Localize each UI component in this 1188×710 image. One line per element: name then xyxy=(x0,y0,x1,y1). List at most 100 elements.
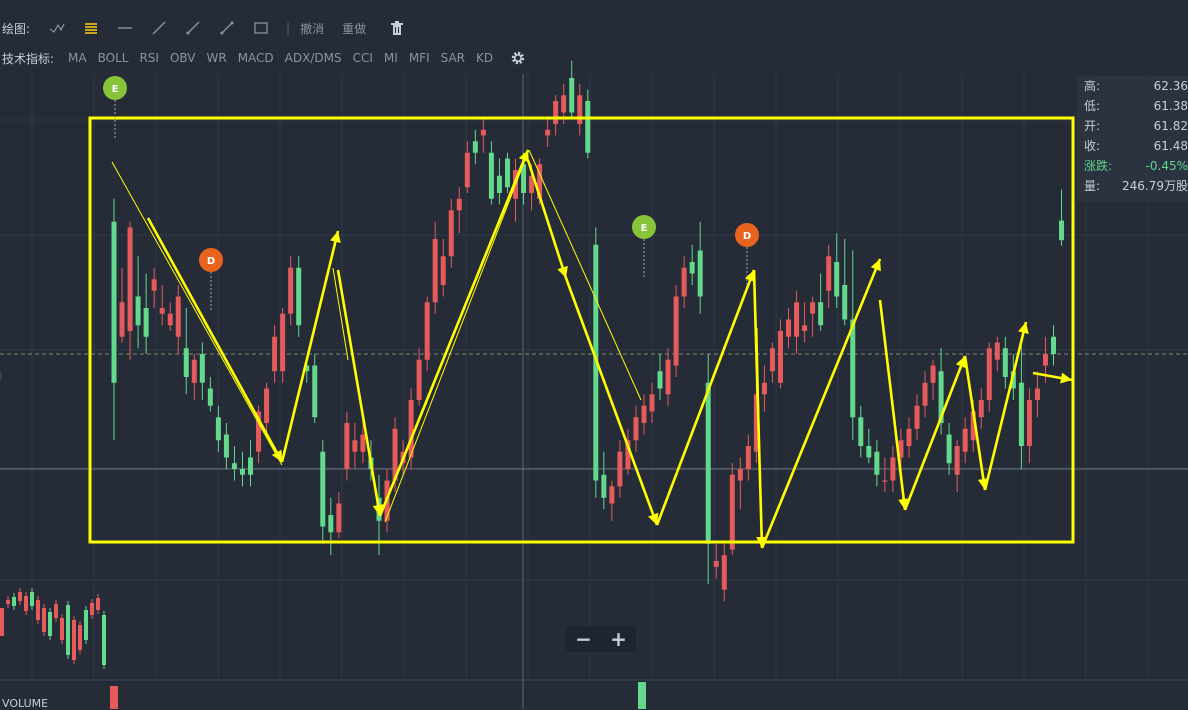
info-high-value: 62.36 xyxy=(1153,79,1188,93)
zoom-in-button[interactable]: + xyxy=(601,626,636,652)
arrowhead xyxy=(330,231,341,243)
candle-body xyxy=(874,451,880,475)
candle-body xyxy=(360,434,366,452)
arrowhead xyxy=(1018,322,1029,334)
candle-body xyxy=(504,158,510,188)
candle-body xyxy=(826,256,832,291)
candle-body xyxy=(135,296,141,326)
candle-body xyxy=(1051,336,1057,354)
candle-body xyxy=(207,388,213,406)
scroll-handle xyxy=(0,370,2,382)
candle-body xyxy=(296,267,302,326)
candle-body xyxy=(1034,388,1040,400)
candle-body xyxy=(1059,220,1065,241)
candle-body xyxy=(215,417,221,441)
info-open-row: 开: 61.82 xyxy=(1077,116,1188,136)
candle-body xyxy=(906,428,912,446)
candlestick-chart[interactable]: E D E D xyxy=(0,0,1188,709)
zigzag-arrow-line xyxy=(655,269,756,526)
candle-body xyxy=(143,308,149,337)
info-open-value: 61.82 xyxy=(1153,119,1188,133)
candle-body xyxy=(673,296,679,366)
candle-body xyxy=(866,446,872,458)
candle-body xyxy=(577,95,583,124)
candle-body xyxy=(609,486,615,504)
candle-body xyxy=(930,365,936,383)
candle-body xyxy=(737,469,743,481)
candle-body xyxy=(223,434,229,458)
event-marker-label: D xyxy=(207,256,215,267)
candle-body xyxy=(127,227,133,331)
candle-body xyxy=(834,262,840,297)
candle-body xyxy=(922,382,928,406)
mini-candle-body xyxy=(54,604,58,618)
candle-body xyxy=(802,325,808,331)
candle-body xyxy=(464,152,470,188)
candle-body xyxy=(1042,354,1048,366)
info-change-value: -0.45% xyxy=(1145,159,1188,173)
candle-body xyxy=(946,434,952,464)
candle-body xyxy=(882,480,888,482)
info-low-row: 低: 61.38 xyxy=(1077,96,1188,116)
mini-candle-body xyxy=(0,608,4,636)
candle-body xyxy=(850,319,856,418)
arrowhead xyxy=(1060,372,1072,384)
candle-body xyxy=(119,302,125,337)
info-high-row: 高: 62.36 xyxy=(1077,76,1188,96)
candle-body xyxy=(159,308,165,314)
mini-candle-body xyxy=(48,612,52,636)
candle-body xyxy=(810,302,816,314)
candle-body xyxy=(858,417,864,446)
candle-body xyxy=(175,296,181,337)
candle-body xyxy=(336,503,342,533)
zoom-out-button[interactable]: − xyxy=(566,626,601,652)
candle-body xyxy=(689,262,695,274)
candle-body xyxy=(705,382,711,544)
candle-body xyxy=(601,474,607,498)
candle-body xyxy=(553,101,559,124)
candle-body xyxy=(978,400,984,418)
volume-bar xyxy=(638,682,646,709)
candle-body xyxy=(986,348,992,400)
event-marker-label: E xyxy=(641,223,648,234)
candle-body xyxy=(818,302,824,326)
candle-body xyxy=(657,371,663,389)
mini-candle-body xyxy=(18,592,22,601)
mini-candle-body xyxy=(30,592,34,606)
candle-body xyxy=(786,319,792,337)
candle-body xyxy=(167,313,173,326)
candle-body xyxy=(641,405,647,423)
info-volume-label: 量: xyxy=(1084,179,1101,193)
info-volume-row: 量: 246.79万股 xyxy=(1077,176,1188,196)
volume-pane-label: VOLUME xyxy=(2,697,49,710)
info-close-label: 收: xyxy=(1084,139,1101,153)
candle-body xyxy=(424,302,430,360)
candle-body xyxy=(721,555,727,590)
candle-body xyxy=(344,423,350,469)
info-open-label: 开: xyxy=(1084,119,1101,133)
zigzag-arrow-line xyxy=(963,355,987,491)
candle-body xyxy=(649,394,655,412)
candle-body xyxy=(1002,348,1008,377)
candle-body xyxy=(617,451,623,487)
candle-body xyxy=(191,359,197,383)
mini-candle-body xyxy=(72,620,76,660)
candle-body xyxy=(320,451,326,527)
zigzag-arrow-line xyxy=(336,269,382,517)
info-low-value: 61.38 xyxy=(1153,99,1188,113)
info-low-label: 低: xyxy=(1084,99,1101,113)
candle-body xyxy=(697,250,703,297)
candle-body xyxy=(713,561,719,567)
candle-body xyxy=(994,342,1000,360)
candle-body xyxy=(480,129,486,136)
candle-body xyxy=(231,463,237,469)
info-close-row: 收: 61.48 xyxy=(1077,136,1188,156)
event-marker-label: D xyxy=(743,231,751,242)
range-rectangle-annotation xyxy=(88,116,1075,544)
event-marker-label: E xyxy=(112,84,119,95)
candle-body xyxy=(239,469,245,475)
candle-body xyxy=(488,152,494,199)
candle-body xyxy=(842,285,848,320)
candle-body xyxy=(962,428,968,452)
candle-body xyxy=(665,359,671,395)
